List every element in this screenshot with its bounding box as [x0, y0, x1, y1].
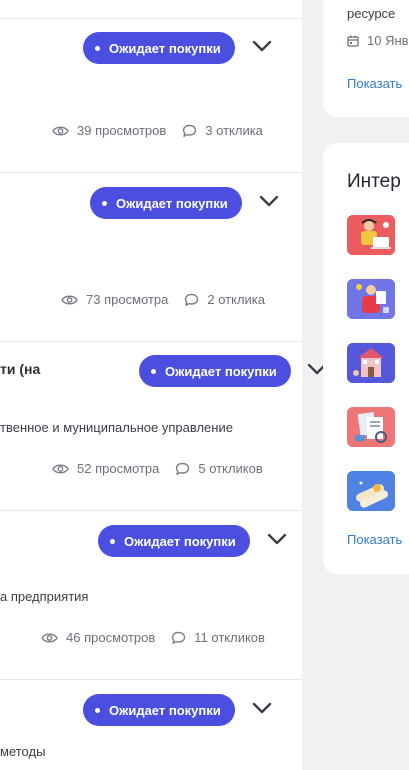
- card-stats: 52 просмотра 5 откликов: [52, 461, 263, 476]
- chevron-down-icon[interactable]: [258, 194, 280, 208]
- comment-icon: [175, 462, 190, 476]
- eye-icon: [52, 463, 69, 475]
- order-subject: твенное и муниципальное управление: [0, 420, 233, 435]
- status-dot-icon: [95, 45, 100, 51]
- status-badge: Ожидает покупки: [139, 355, 291, 387]
- card-stats: 39 просмотров 3 отклика: [52, 123, 263, 138]
- chevron-down-icon[interactable]: [251, 39, 273, 53]
- responses-count: 2 отклика: [207, 292, 265, 307]
- status-badge: Ожидает покупки: [83, 694, 235, 726]
- responses-count: 11 откликов: [194, 630, 265, 645]
- status-badge: Ожидает покупки: [83, 32, 235, 64]
- scrolls-thumb[interactable]: [347, 471, 395, 511]
- status-dot-icon: [95, 707, 100, 713]
- comment-icon: [182, 124, 197, 138]
- comment-icon: [184, 293, 199, 307]
- resource-text: ресурсе: [347, 6, 396, 21]
- person-with-laptop-thumb[interactable]: [347, 215, 395, 255]
- eye-icon: [61, 294, 78, 306]
- status-dot-icon: [102, 200, 107, 206]
- comment-icon: [171, 631, 186, 645]
- responses-count: 5 откликов: [198, 461, 263, 476]
- calendar-icon: [347, 35, 359, 47]
- views-count: 52 просмотра: [77, 461, 160, 476]
- related-resource-panel: ресурсе 10 Янв Показать: [323, 0, 409, 117]
- views-count: 46 просмотров: [66, 630, 156, 645]
- chevron-down-icon[interactable]: [266, 532, 288, 546]
- documents-thumb[interactable]: [347, 407, 395, 447]
- panel-heading: Интер: [347, 171, 401, 192]
- eye-icon: [52, 125, 69, 137]
- card-stats: 46 просмотров 11 откликов: [41, 630, 265, 645]
- resource-date: 10 Янв: [347, 33, 409, 48]
- card-divider: [0, 172, 302, 173]
- views-count: 39 просмотров: [77, 123, 167, 138]
- card-stats: 73 просмотра 2 отклика: [61, 292, 265, 307]
- responses-count: 3 отклика: [205, 123, 263, 138]
- status-dot-icon: [110, 538, 115, 544]
- person-with-tablet-thumb[interactable]: [347, 279, 395, 319]
- show-more-link[interactable]: Показать: [347, 76, 402, 91]
- show-more-link[interactable]: Показать: [347, 532, 402, 547]
- order-title[interactable]: ти (на: [0, 361, 40, 377]
- card-divider: [0, 341, 302, 342]
- chevron-down-icon[interactable]: [251, 701, 273, 715]
- card-divider: [0, 510, 302, 511]
- house-illustration-thumb[interactable]: [347, 343, 395, 383]
- order-subject: методы: [0, 744, 46, 759]
- order-subject: а предприятия: [0, 589, 89, 604]
- card-divider: [0, 18, 302, 19]
- status-badge: Ожидает покупки: [90, 187, 242, 219]
- views-count: 73 просмотра: [86, 292, 169, 307]
- status-badge: Ожидает покупки: [98, 525, 250, 557]
- eye-icon: [41, 632, 58, 644]
- card-divider: [0, 679, 302, 680]
- status-dot-icon: [151, 368, 156, 374]
